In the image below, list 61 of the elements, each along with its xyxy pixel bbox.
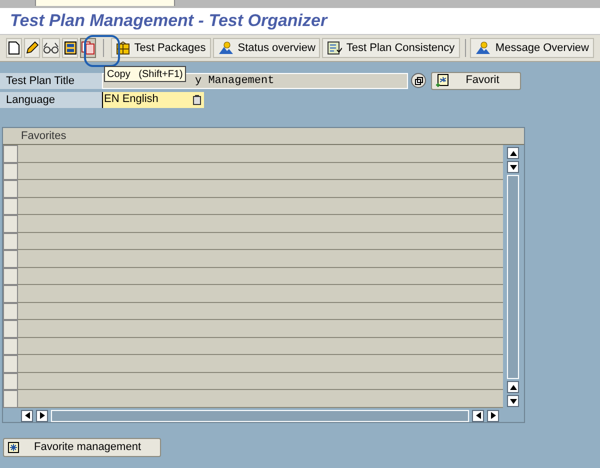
person-mountain-icon [475, 41, 492, 55]
new-button[interactable] [6, 38, 22, 58]
row-selector[interactable] [3, 162, 18, 180]
row-selector[interactable] [3, 232, 18, 250]
scroll-right-button[interactable] [487, 410, 499, 422]
triangle-down-icon [510, 164, 516, 170]
row-selector[interactable] [3, 338, 18, 355]
favorite-management-button[interactable]: Favorite management [3, 438, 161, 457]
row-selector[interactable] [3, 302, 18, 320]
row-selector[interactable] [3, 268, 18, 285]
column-header: Favorites [3, 128, 524, 145]
toolbar-button[interactable]: Status overview [212, 38, 320, 58]
display-button[interactable] [42, 38, 60, 58]
triangle-up-icon [510, 384, 516, 390]
row-selector[interactable] [3, 198, 18, 215]
window-title: Test Plan Management - Test Organizer [10, 10, 328, 32]
command-field[interactable] [35, 0, 175, 6]
scroll-right-button[interactable] [36, 410, 48, 422]
scroll-down-button[interactable] [507, 395, 519, 407]
toolbar-button[interactable]: Test Plan Consistency [322, 38, 460, 58]
field-label: Test Plan Title [0, 72, 102, 88]
triangle-left-icon [474, 412, 482, 419]
structure-icon [64, 41, 77, 55]
glasses-icon [43, 42, 60, 54]
scroll-left-button[interactable] [472, 410, 484, 422]
field-label: Language [0, 92, 102, 108]
toolbar-button[interactable]: Test Packages [111, 38, 211, 58]
star-icon [8, 442, 19, 453]
open-button[interactable] [411, 73, 426, 88]
triangle-left-icon [24, 412, 30, 419]
scroll-left-button[interactable] [21, 410, 33, 422]
scroll-up-button[interactable] [507, 147, 519, 159]
triangle-up-icon [510, 150, 516, 156]
pencil-icon [25, 41, 40, 55]
row-selector[interactable] [3, 355, 18, 372]
triangle-down-icon [510, 398, 516, 404]
scroll-up-button[interactable] [507, 381, 519, 393]
checklist-icon [327, 41, 342, 55]
horizontal-scrollbar[interactable] [51, 410, 469, 422]
scroll-down-button[interactable] [507, 161, 519, 173]
edit-button[interactable] [24, 38, 40, 58]
vertical-scrollbar[interactable] [505, 145, 521, 407]
favorite-button[interactable]: Favorit [431, 72, 521, 90]
row-selector[interactable] [3, 180, 18, 198]
row-selector[interactable] [3, 320, 18, 338]
language-field[interactable]: EN English [102, 92, 204, 108]
new-page-icon [8, 41, 20, 55]
row-selector[interactable] [3, 145, 18, 162]
person-mountain-icon [218, 41, 234, 55]
copy-icon [81, 41, 96, 55]
structure-button[interactable] [62, 38, 78, 58]
toolbar-button[interactable]: Message Overview [470, 38, 594, 58]
row-selector[interactable] [3, 372, 18, 390]
value-help-icon[interactable] [193, 94, 201, 104]
row-selector[interactable] [3, 215, 18, 232]
row-selector[interactable] [3, 285, 18, 302]
row-selector[interactable] [3, 250, 18, 268]
triangle-right-icon [38, 412, 46, 419]
tooltip: Copy (Shift+F1) [104, 66, 186, 82]
triangle-right-icon [490, 412, 496, 419]
window-icon [414, 76, 422, 84]
